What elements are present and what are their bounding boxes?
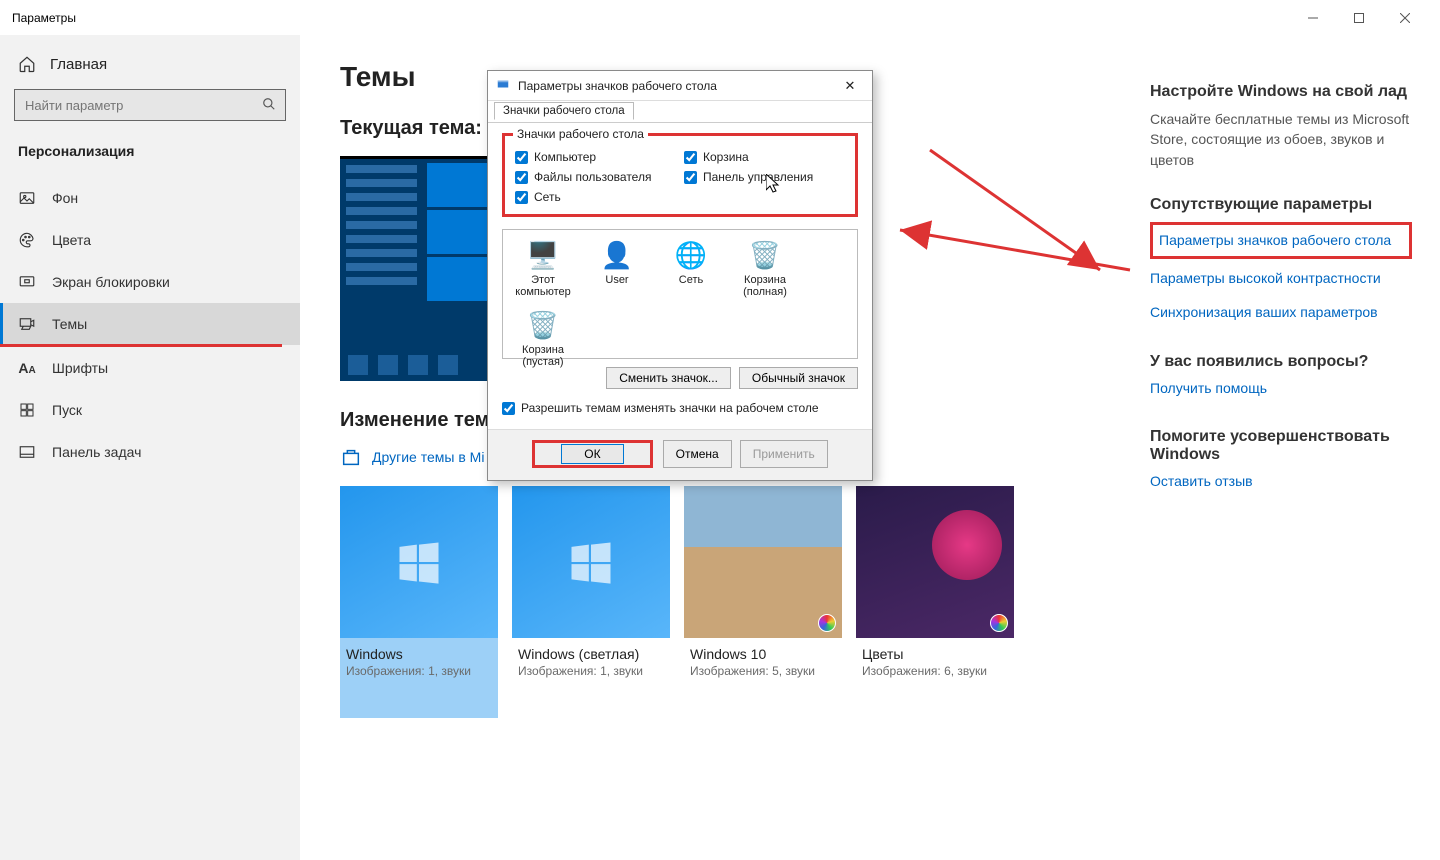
sidebar-item-colors[interactable]: Цвета xyxy=(0,219,300,261)
icon-item-user[interactable]: 👤User xyxy=(585,238,649,298)
store-icon xyxy=(340,446,362,468)
fonts-icon: AA xyxy=(18,359,36,377)
link-sync-settings[interactable]: Синхронизация ваших параметров xyxy=(1150,303,1412,323)
recycle-empty-icon: 🗑️ xyxy=(526,308,560,342)
theme-card-windows-light[interactable]: Windows (светлая) Изображения: 1, звуки xyxy=(512,486,670,718)
icon-item-this-pc[interactable]: 🖥️Этоткомпьютер xyxy=(511,238,575,298)
checkbox-user-files[interactable]: Файлы пользователя xyxy=(515,170,676,184)
theme-meta: Изображения: 6, звуки xyxy=(862,664,1014,678)
checkbox-control-panel[interactable]: Панель управления xyxy=(684,170,845,184)
cancel-button[interactable]: Отмена xyxy=(663,440,732,468)
icon-item-recycle-empty[interactable]: 🗑️Корзина(пустая) xyxy=(511,308,575,368)
themes-icon xyxy=(18,315,36,333)
palette-icon xyxy=(18,231,36,249)
sidebar-item-lockscreen[interactable]: Экран блокировки xyxy=(0,261,300,303)
start-icon xyxy=(18,401,36,419)
recycle-full-icon: 🗑️ xyxy=(748,238,782,272)
checkbox-computer[interactable]: Компьютер xyxy=(515,150,676,164)
link-feedback[interactable]: Оставить отзыв xyxy=(1150,472,1412,492)
right-heading-customize: Настройте Windows на свой лад xyxy=(1150,83,1412,101)
sidebar-item-start[interactable]: Пуск xyxy=(0,389,300,431)
app-title: Параметры xyxy=(12,11,76,25)
checkbox-label: Панель управления xyxy=(703,170,813,184)
theme-card-windows[interactable]: Windows Изображения: 1, звуки xyxy=(340,486,498,718)
store-link-label: Другие темы в Mi xyxy=(372,449,484,465)
minimize-button[interactable] xyxy=(1290,3,1336,33)
icon-preview-area[interactable]: 🖥️Этоткомпьютер 👤User 🌐Сеть 🗑️Корзина(по… xyxy=(502,229,858,359)
sidebar-item-label: Панель задач xyxy=(52,444,141,460)
picture-icon xyxy=(18,189,36,207)
search-icon xyxy=(262,97,276,114)
search-input[interactable] xyxy=(14,89,286,121)
checkbox-label: Корзина xyxy=(703,150,749,164)
link-get-help[interactable]: Получить помощь xyxy=(1150,379,1412,399)
desktop-icons-dialog: Параметры значков рабочего стола ✕ Значк… xyxy=(487,70,873,481)
maximize-button[interactable] xyxy=(1336,3,1382,33)
dialog-title: Параметры значков рабочего стола xyxy=(518,79,717,93)
dialog-titlebar: Параметры значков рабочего стола ✕ xyxy=(488,71,872,101)
theme-name: Windows (светлая) xyxy=(518,646,670,662)
ok-button[interactable]: ОК xyxy=(561,444,623,464)
checkbox-label: Разрешить темам изменять значки на рабоч… xyxy=(521,401,819,415)
sidebar: Главная Персонализация Фон Цвета Экран б… xyxy=(0,35,300,860)
right-column: Настройте Windows на свой лад Скачайте б… xyxy=(1150,35,1440,860)
apply-button[interactable]: Применить xyxy=(740,440,828,468)
checkbox-recycle-bin[interactable]: Корзина xyxy=(684,150,845,164)
sidebar-item-taskbar[interactable]: Панель задач xyxy=(0,431,300,473)
network-icon: 🌐 xyxy=(674,238,708,272)
icon-item-recycle-full[interactable]: 🗑️Корзина(полная) xyxy=(733,238,797,298)
sidebar-item-themes[interactable]: Темы xyxy=(0,303,300,345)
sidebar-section-label: Персонализация xyxy=(0,135,300,177)
user-icon: 👤 xyxy=(600,238,634,272)
sidebar-item-fonts[interactable]: AA Шрифты xyxy=(0,347,300,389)
titlebar: Параметры xyxy=(0,0,1440,35)
right-heading-improve: Помогите усовершенствовать Windows xyxy=(1150,428,1412,464)
link-desktop-icon-settings[interactable]: Параметры значков рабочего стола xyxy=(1150,222,1412,260)
dialog-tab[interactable]: Значки рабочего стола xyxy=(494,102,634,120)
theme-card-flowers[interactable]: Цветы Изображения: 6, звуки xyxy=(856,486,1014,718)
theme-name: Цветы xyxy=(862,646,1014,662)
dialog-sys-icon xyxy=(496,77,510,94)
right-heading-questions: У вас появились вопросы? xyxy=(1150,353,1412,371)
computer-icon: 🖥️ xyxy=(526,238,560,272)
theme-name: Windows xyxy=(346,646,498,662)
icon-item-network[interactable]: 🌐Сеть xyxy=(659,238,723,298)
fieldset-legend: Значки рабочего стола xyxy=(513,127,648,141)
taskbar-icon xyxy=(18,443,36,461)
checkbox-label: Сеть xyxy=(534,190,561,204)
theme-meta: Изображения: 1, звуки xyxy=(346,664,498,678)
lockscreen-icon xyxy=(18,273,36,291)
theme-name: Windows 10 xyxy=(690,646,842,662)
dialog-footer: ОК Отмена Применить xyxy=(488,429,872,480)
change-icon-button[interactable]: Сменить значок... xyxy=(606,367,731,389)
sidebar-home[interactable]: Главная xyxy=(0,47,300,89)
checkbox-label: Компьютер xyxy=(534,150,596,164)
palette-badge-icon xyxy=(990,614,1008,632)
sidebar-item-label: Цвета xyxy=(52,232,91,248)
sidebar-item-label: Фон xyxy=(52,190,78,206)
sidebar-home-label: Главная xyxy=(50,56,107,73)
dialog-close-button[interactable]: ✕ xyxy=(836,75,864,97)
theme-meta: Изображения: 1, звуки xyxy=(518,664,670,678)
sidebar-item-label: Шрифты xyxy=(52,360,108,376)
right-heading-related: Сопутствующие параметры xyxy=(1150,196,1412,214)
palette-badge-icon xyxy=(818,614,836,632)
close-button[interactable] xyxy=(1382,3,1428,33)
theme-meta: Изображения: 5, звуки xyxy=(690,664,842,678)
home-icon xyxy=(18,55,36,73)
ok-button-highlight: ОК xyxy=(532,440,652,468)
checkbox-allow-themes[interactable]: Разрешить темам изменять значки на рабоч… xyxy=(502,401,858,415)
sidebar-item-label: Темы xyxy=(52,316,87,332)
sidebar-item-label: Экран блокировки xyxy=(52,274,170,290)
checkbox-label: Файлы пользователя xyxy=(534,170,651,184)
theme-grid: Windows Изображения: 1, звуки Windows (с… xyxy=(340,486,1110,718)
right-text-store: Скачайте бесплатные темы из Microsoft St… xyxy=(1150,109,1412,170)
desktop-icons-fieldset: Значки рабочего стола Компьютер Корзина … xyxy=(502,133,858,217)
link-high-contrast[interactable]: Параметры высокой контрастности xyxy=(1150,269,1412,289)
restore-default-button[interactable]: Обычный значок xyxy=(739,367,858,389)
theme-card-windows10[interactable]: Windows 10 Изображения: 5, звуки xyxy=(684,486,842,718)
sidebar-item-background[interactable]: Фон xyxy=(0,177,300,219)
sidebar-item-label: Пуск xyxy=(52,402,82,418)
checkbox-network[interactable]: Сеть xyxy=(515,190,676,204)
